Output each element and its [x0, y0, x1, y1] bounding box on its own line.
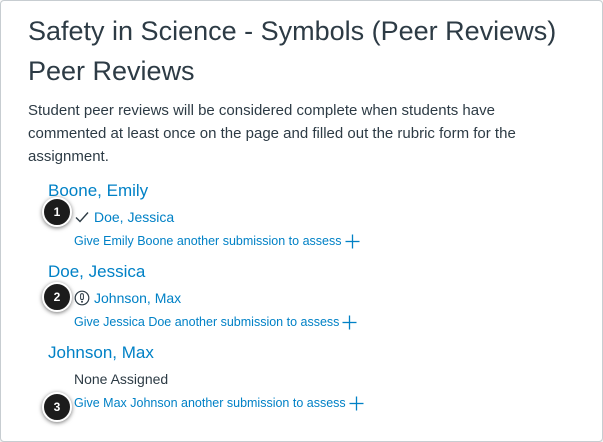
- callout-badge-1: 1: [42, 197, 72, 227]
- assessment-row: Johnson, Max: [74, 287, 588, 309]
- reviewer-johnson-max: Johnson, Max None Assigned Give Max John…: [48, 342, 588, 413]
- callout-badge-3: 3: [42, 392, 72, 422]
- plus-icon: [345, 234, 360, 249]
- reviewer-boone-emily: Boone, Emily Doe, Jessica Give Emily Boo…: [48, 180, 588, 251]
- assessment-row: None Assigned: [74, 368, 588, 390]
- plus-icon: [342, 315, 357, 330]
- reviewer-name-link[interactable]: Doe, Jessica: [48, 261, 145, 283]
- assessment-row: Doe, Jessica: [74, 206, 588, 228]
- give-another-submission-label: Give Jessica Doe another submission to a…: [74, 315, 340, 329]
- give-another-submission-button[interactable]: Give Jessica Doe another submission to a…: [74, 312, 588, 332]
- warning-circle-icon: [74, 290, 90, 306]
- reviewer-doe-jessica: Doe, Jessica Johnson, Max Give Jessica D…: [48, 261, 588, 332]
- check-icon: [74, 209, 90, 225]
- peer-review-description: Student peer reviews will be considered …: [28, 102, 516, 165]
- give-another-submission-button[interactable]: Give Emily Boone another submission to a…: [74, 231, 588, 251]
- assessment-link-doe-jessica[interactable]: Doe, Jessica: [94, 207, 174, 227]
- none-assigned-text: None Assigned: [74, 371, 169, 387]
- give-another-submission-label: Give Max Johnson another submission to a…: [74, 396, 346, 410]
- assignment-title: Safety in Science - Symbols (Peer Review…: [28, 16, 557, 46]
- assessment-link-johnson-max[interactable]: Johnson, Max: [94, 288, 181, 308]
- peer-reviews-page: Safety in Science - Symbols (Peer Review…: [28, 14, 588, 413]
- page-title: Peer Reviews: [28, 56, 195, 86]
- give-another-submission-button[interactable]: Give Max Johnson another submission to a…: [74, 393, 588, 413]
- plus-icon: [349, 396, 364, 411]
- reviewer-name-link[interactable]: Johnson, Max: [48, 342, 154, 364]
- callout-badge-2: 2: [42, 282, 72, 312]
- give-another-submission-label: Give Emily Boone another submission to a…: [74, 234, 342, 248]
